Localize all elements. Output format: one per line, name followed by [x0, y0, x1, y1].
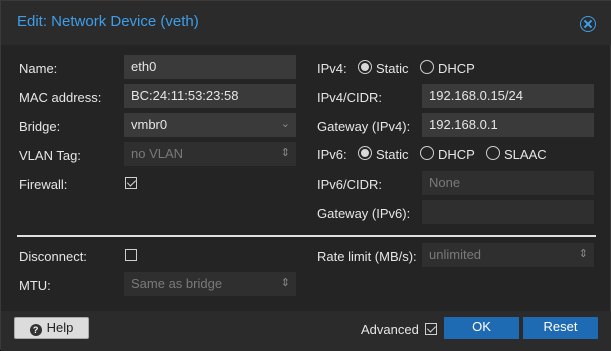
ipv4-static-radio[interactable] — [358, 60, 372, 74]
ipv6-cidr-input[interactable]: None — [422, 171, 594, 195]
bridge-value: vmbr0 — [131, 117, 168, 132]
ipv4-cidr-input[interactable]: 192.168.0.15/24 — [422, 84, 594, 108]
gateway-ipv6-label: Gateway (IPv6): — [317, 206, 411, 221]
section-divider — [17, 235, 596, 237]
firewall-checkbox[interactable] — [125, 177, 137, 189]
ipv6-slaac-label: SLAAC — [504, 147, 547, 162]
disconnect-label: Disconnect: — [19, 249, 87, 264]
ipv6-dhcp-radio[interactable] — [420, 146, 434, 160]
bridge-label: Bridge: — [19, 119, 61, 134]
advanced-label: Advanced — [361, 322, 419, 337]
mtu-label: MTU: — [19, 278, 51, 293]
name-input[interactable]: eth0 — [124, 55, 296, 79]
rate-limit-placeholder: unlimited — [429, 247, 482, 262]
spinner-icon[interactable]: ⇕ — [281, 276, 290, 289]
name-label: Name: — [19, 61, 58, 76]
mtu-placeholder: Same as bridge — [131, 276, 223, 291]
dialog-title: Edit: Network Device (veth) — [17, 13, 199, 30]
ipv6-cidr-label: IPv6/CIDR: — [317, 177, 383, 192]
spinner-icon[interactable]: ⇕ — [281, 146, 290, 159]
chevron-down-icon: ⌄ — [280, 118, 290, 130]
ipv6-slaac-radio[interactable] — [486, 146, 500, 160]
firewall-label: Firewall: — [19, 177, 68, 192]
mtu-input[interactable]: Same as bridge ⇕ — [124, 272, 296, 296]
ipv4-cidr-label: IPv4/CIDR: — [317, 90, 383, 105]
bridge-select[interactable]: vmbr0 ⌄ — [124, 113, 296, 137]
ipv6-dhcp-label: DHCP — [438, 147, 475, 162]
ok-button[interactable]: OK — [444, 317, 519, 339]
mac-address-label: MAC address: — [19, 90, 102, 105]
spinner-icon[interactable]: ⇕ — [579, 247, 588, 260]
vlan-tag-label: VLAN Tag: — [19, 148, 81, 163]
ipv4-static-label: Static — [376, 61, 409, 76]
dialog-footer — [1, 311, 611, 351]
vlan-tag-input[interactable]: no VLAN ⇕ — [124, 142, 296, 166]
ipv4-dhcp-radio[interactable] — [420, 60, 434, 74]
dialog-titlebar: Edit: Network Device (veth) — [1, 1, 611, 45]
ipv6-static-radio[interactable] — [358, 146, 372, 160]
close-icon[interactable] — [580, 16, 596, 32]
help-icon: ? — [29, 324, 42, 336]
advanced-checkbox[interactable] — [425, 323, 437, 335]
ipv6-label: IPv6: — [317, 147, 347, 162]
disconnect-checkbox[interactable] — [125, 249, 137, 261]
ipv4-dhcp-label: DHCP — [438, 61, 475, 76]
gateway-ipv4-label: Gateway (IPv4): — [317, 119, 411, 134]
reset-button[interactable]: Reset — [523, 317, 598, 339]
ipv6-static-label: Static — [376, 147, 409, 162]
rate-limit-input[interactable]: unlimited ⇕ — [422, 243, 594, 267]
gateway-ipv6-input[interactable] — [422, 200, 594, 224]
vlan-tag-placeholder: no VLAN — [131, 146, 184, 161]
gateway-ipv4-input[interactable]: 192.168.0.1 — [422, 113, 594, 137]
rate-limit-label: Rate limit (MB/s): — [317, 249, 417, 264]
network-device-dialog: Edit: Network Device (veth) Name: eth0 M… — [0, 0, 611, 351]
mac-address-input[interactable]: BC:24:11:53:23:58 — [124, 84, 296, 108]
ipv4-label: IPv4: — [317, 61, 347, 76]
help-button-label: Help — [46, 320, 74, 335]
help-button[interactable]: ? Help — [14, 317, 89, 339]
